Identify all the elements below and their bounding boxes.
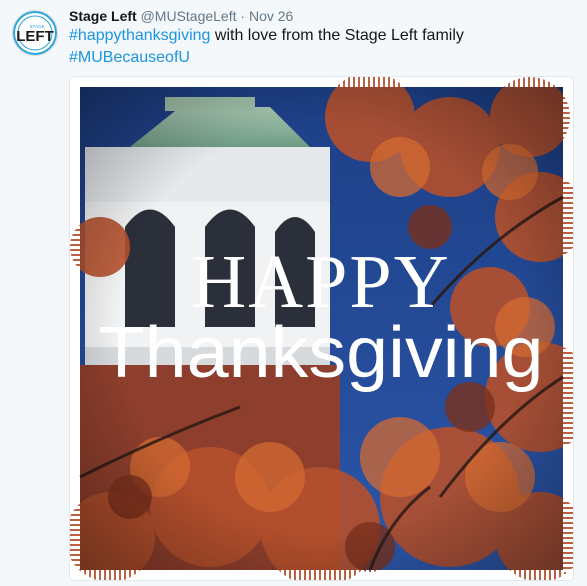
thanksgiving-image: HAPPY Thanksgiving — [70, 77, 573, 580]
separator: · — [240, 8, 246, 24]
author-name[interactable]: Stage Left — [69, 8, 137, 24]
author-handle[interactable]: @MUStageLeft — [141, 8, 237, 24]
image-text-happy: HAPPY — [191, 240, 450, 324]
logo-text: LEFT — [16, 28, 54, 45]
tweet-text: #happythanksgiving with love from the St… — [69, 25, 574, 69]
tweet-media-image[interactable]: HAPPY Thanksgiving — [69, 76, 574, 581]
tweet-header: Stage Left @MUStageLeft · Nov 26 — [69, 7, 293, 25]
avatar[interactable]: STAGE LEFT — [12, 10, 58, 56]
stage-left-logo-icon: STAGE LEFT — [13, 11, 57, 55]
tweet-body-text: with love from the Stage Left family — [210, 27, 464, 44]
tweet-date[interactable]: Nov 26 — [249, 8, 293, 24]
image-text-thanksgiving: Thanksgiving — [99, 313, 544, 393]
tweet: STAGE LEFT Stage Left @MUStageLeft · Nov… — [0, 0, 587, 586]
hashtag-mubecauseofu[interactable]: #MUBecauseofU — [69, 49, 190, 66]
hashtag-happythanksgiving[interactable]: #happythanksgiving — [69, 27, 210, 44]
